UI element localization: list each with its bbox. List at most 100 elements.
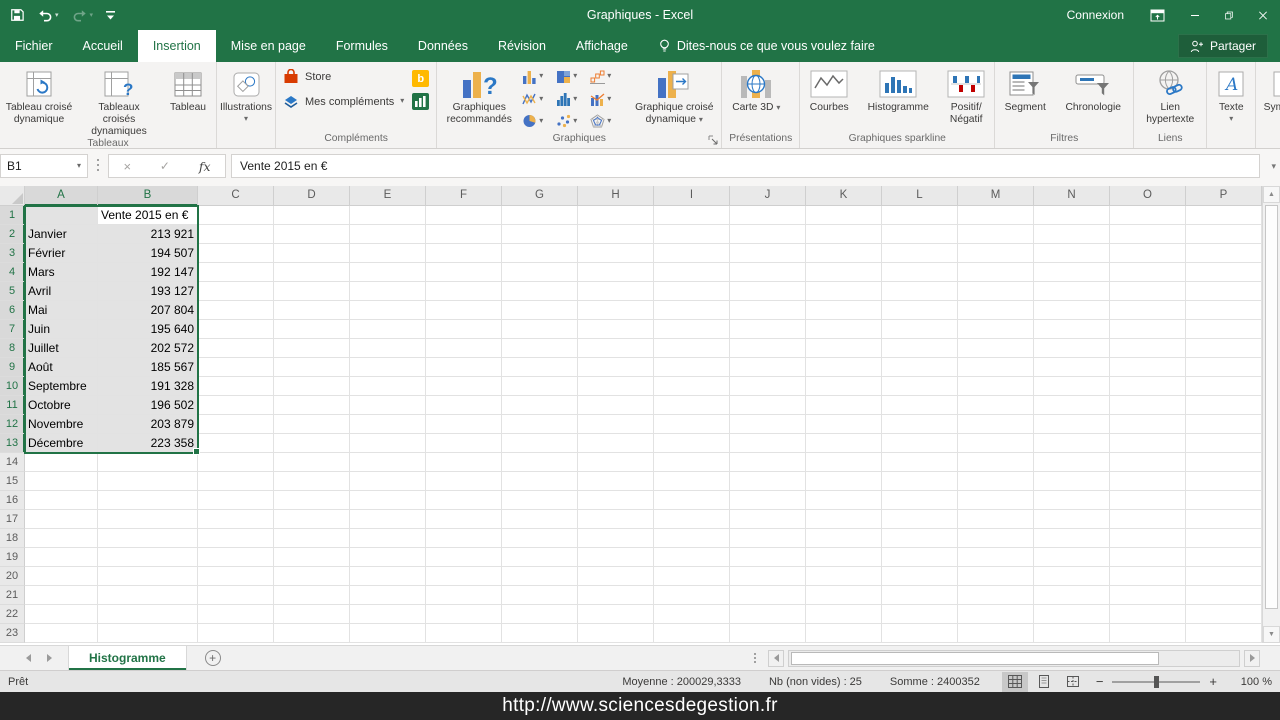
cell-L23[interactable] xyxy=(882,624,958,643)
cell-H18[interactable] xyxy=(578,529,654,548)
row-header-15[interactable]: 15 xyxy=(0,472,25,491)
row-header-21[interactable]: 21 xyxy=(0,586,25,605)
cell-K21[interactable] xyxy=(806,586,882,605)
cell-J13[interactable] xyxy=(730,434,806,453)
cell-N4[interactable] xyxy=(1034,263,1110,282)
cell-D5[interactable] xyxy=(274,282,350,301)
cell-A5[interactable]: Avril xyxy=(25,282,98,301)
cell-D3[interactable] xyxy=(274,244,350,263)
cell-D9[interactable] xyxy=(274,358,350,377)
insert-pie-chart-button[interactable]: ▾ xyxy=(522,114,556,129)
cell-A11[interactable]: Octobre xyxy=(25,396,98,415)
cell-E19[interactable] xyxy=(350,548,426,567)
cell-A8[interactable]: Juillet xyxy=(25,339,98,358)
row-header-9[interactable]: 9 xyxy=(0,358,25,377)
horizontal-scroll-thumb[interactable] xyxy=(791,652,1159,665)
row-header-19[interactable]: 19 xyxy=(0,548,25,567)
cell-M4[interactable] xyxy=(958,263,1034,282)
cell-A12[interactable]: Novembre xyxy=(25,415,98,434)
cell-H3[interactable] xyxy=(578,244,654,263)
cell-G4[interactable] xyxy=(502,263,578,282)
row-header-12[interactable]: 12 xyxy=(0,415,25,434)
cell-F8[interactable] xyxy=(426,339,502,358)
tab-affichage[interactable]: Affichage xyxy=(561,30,643,62)
cell-J20[interactable] xyxy=(730,567,806,586)
cell-M22[interactable] xyxy=(958,605,1034,624)
cell-H13[interactable] xyxy=(578,434,654,453)
col-header-H[interactable]: H xyxy=(578,186,654,206)
cell-E13[interactable] xyxy=(350,434,426,453)
cell-F7[interactable] xyxy=(426,320,502,339)
insert-line-chart-button[interactable]: ▾ xyxy=(522,91,556,106)
cell-F22[interactable] xyxy=(426,605,502,624)
cell-L7[interactable] xyxy=(882,320,958,339)
cell-B8[interactable]: 202 572 xyxy=(98,339,198,358)
cell-J8[interactable] xyxy=(730,339,806,358)
cell-B16[interactable] xyxy=(98,491,198,510)
cell-B17[interactable] xyxy=(98,510,198,529)
cell-P10[interactable] xyxy=(1186,377,1262,396)
cell-L8[interactable] xyxy=(882,339,958,358)
cell-F19[interactable] xyxy=(426,548,502,567)
cell-E18[interactable] xyxy=(350,529,426,548)
cell-F10[interactable] xyxy=(426,377,502,396)
cell-L15[interactable] xyxy=(882,472,958,491)
cell-M3[interactable] xyxy=(958,244,1034,263)
cell-O17[interactable] xyxy=(1110,510,1186,529)
cell-A22[interactable] xyxy=(25,605,98,624)
cell-J2[interactable] xyxy=(730,225,806,244)
col-header-F[interactable]: F xyxy=(426,186,502,206)
page-break-view-button[interactable] xyxy=(1060,672,1086,692)
cell-A21[interactable] xyxy=(25,586,98,605)
cell-M8[interactable] xyxy=(958,339,1034,358)
insert-statistic-chart-button[interactable]: ▾ xyxy=(556,91,590,106)
undo-button[interactable]: ▾ xyxy=(37,9,59,22)
cell-B19[interactable] xyxy=(98,548,198,567)
tab-révision[interactable]: Révision xyxy=(483,30,561,62)
cell-E22[interactable] xyxy=(350,605,426,624)
cell-P18[interactable] xyxy=(1186,529,1262,548)
cell-M11[interactable] xyxy=(958,396,1034,415)
cell-O13[interactable] xyxy=(1110,434,1186,453)
cell-L22[interactable] xyxy=(882,605,958,624)
cell-C12[interactable] xyxy=(198,415,274,434)
cell-I3[interactable] xyxy=(654,244,730,263)
insert-waterfall-chart-button[interactable]: ▾ xyxy=(590,69,624,84)
cell-O11[interactable] xyxy=(1110,396,1186,415)
cell-B14[interactable] xyxy=(98,453,198,472)
people-graph-addin-icon[interactable] xyxy=(412,93,429,110)
cell-D21[interactable] xyxy=(274,586,350,605)
cell-C23[interactable] xyxy=(198,624,274,643)
cell-P8[interactable] xyxy=(1186,339,1262,358)
cell-M14[interactable] xyxy=(958,453,1034,472)
cell-G13[interactable] xyxy=(502,434,578,453)
cell-N9[interactable] xyxy=(1034,358,1110,377)
cell-H22[interactable] xyxy=(578,605,654,624)
cell-H5[interactable] xyxy=(578,282,654,301)
store-button[interactable]: Store xyxy=(283,69,404,84)
cell-O1[interactable] xyxy=(1110,206,1186,225)
cell-N22[interactable] xyxy=(1034,605,1110,624)
cell-D2[interactable] xyxy=(274,225,350,244)
cell-M15[interactable] xyxy=(958,472,1034,491)
cell-H16[interactable] xyxy=(578,491,654,510)
cell-I17[interactable] xyxy=(654,510,730,529)
cell-O19[interactable] xyxy=(1110,548,1186,567)
cell-L16[interactable] xyxy=(882,491,958,510)
cell-P13[interactable] xyxy=(1186,434,1262,453)
scroll-down-icon[interactable]: ▼ xyxy=(1263,626,1280,643)
cell-O14[interactable] xyxy=(1110,453,1186,472)
cell-J12[interactable] xyxy=(730,415,806,434)
cell-O7[interactable] xyxy=(1110,320,1186,339)
cell-L20[interactable] xyxy=(882,567,958,586)
cell-F18[interactable] xyxy=(426,529,502,548)
cell-H11[interactable] xyxy=(578,396,654,415)
row-header-23[interactable]: 23 xyxy=(0,624,25,643)
row-header-4[interactable]: 4 xyxy=(0,263,25,282)
cell-E8[interactable] xyxy=(350,339,426,358)
cell-C22[interactable] xyxy=(198,605,274,624)
cell-K9[interactable] xyxy=(806,358,882,377)
col-header-L[interactable]: L xyxy=(882,186,958,206)
my-addins-button[interactable]: Mes compléments ▾ xyxy=(283,94,404,109)
cell-F17[interactable] xyxy=(426,510,502,529)
